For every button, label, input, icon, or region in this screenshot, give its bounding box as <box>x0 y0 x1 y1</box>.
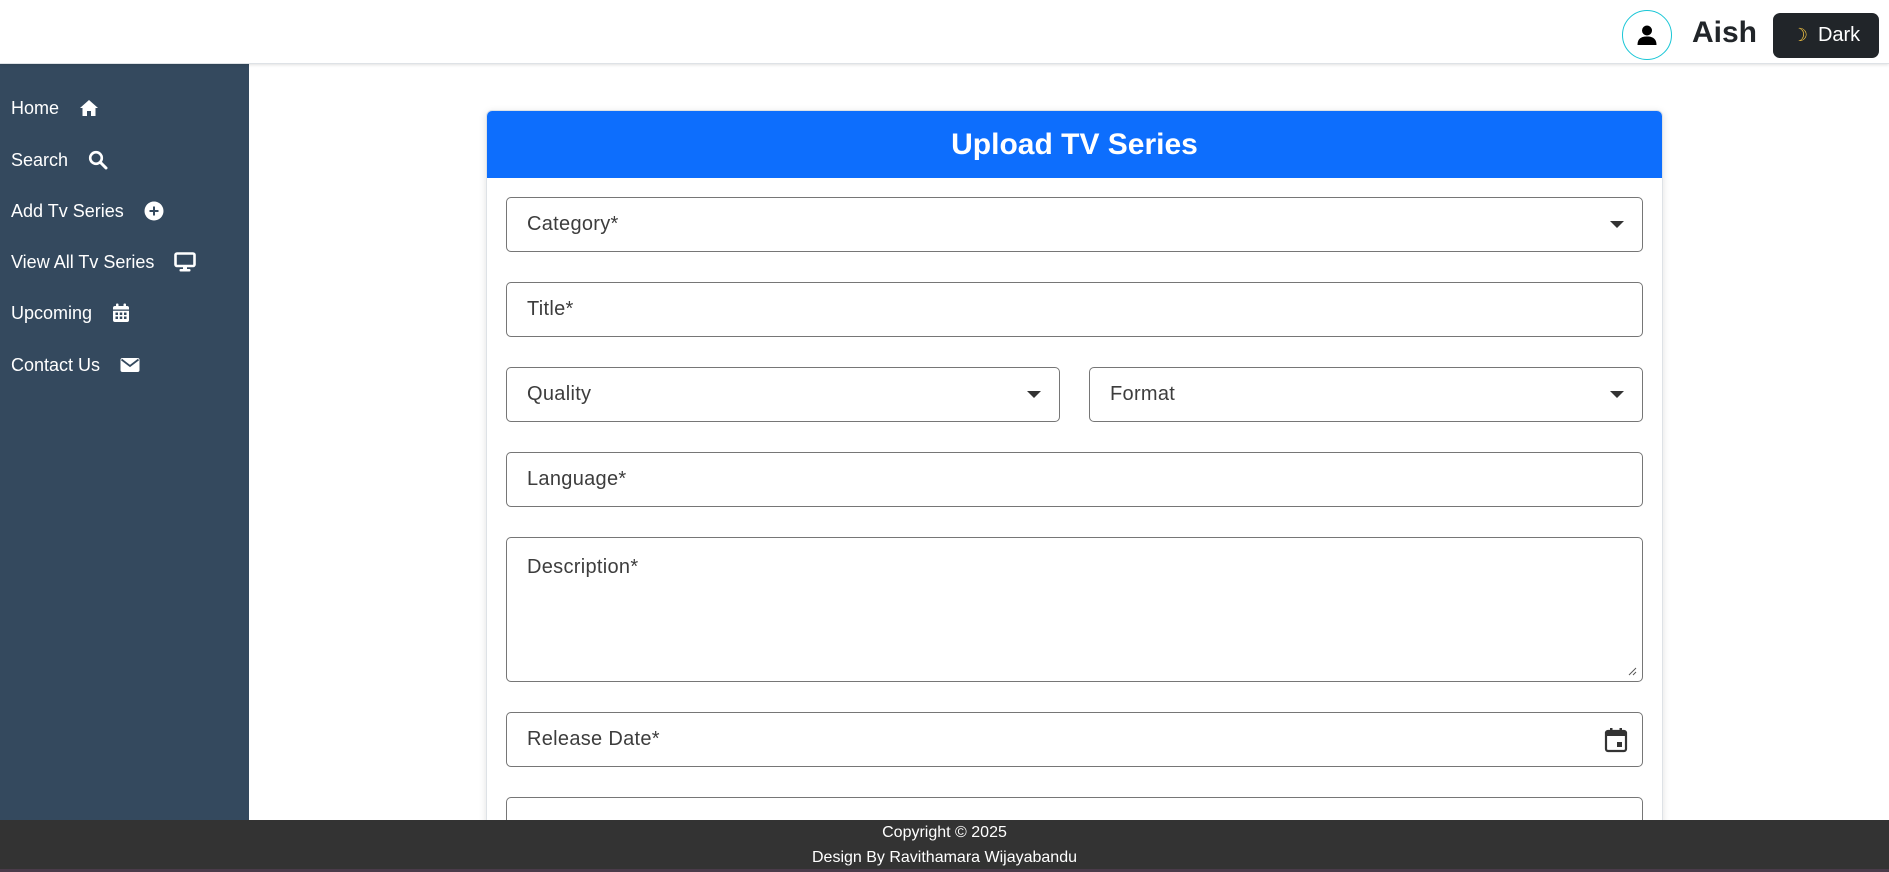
user-icon <box>1637 25 1657 45</box>
title-placeholder: Title* <box>527 298 574 320</box>
upload-form-card: Upload TV Series Category* Title* Qualit… <box>486 110 1663 870</box>
category-select[interactable]: Category* <box>506 197 1643 252</box>
description-placeholder: Description* <box>527 556 639 578</box>
theme-toggle-button[interactable]: ☽ Dark <box>1773 13 1879 58</box>
language-placeholder: Language* <box>527 468 627 490</box>
sidebar-item-search[interactable]: Search <box>11 143 108 177</box>
sidebar-item-label: Upcoming <box>11 302 93 323</box>
resize-grip-icon[interactable] <box>1627 666 1637 676</box>
user-avatar[interactable] <box>1622 10 1672 60</box>
sidebar-item-label: Search <box>11 149 69 170</box>
calendar-icon[interactable] <box>1604 727 1628 753</box>
sidebar-item-label: Add Tv Series <box>11 200 124 221</box>
designer-credit: Design By Ravithamara Wijayabandu <box>811 849 1077 866</box>
chevron-down-icon <box>1610 390 1624 398</box>
search-icon <box>88 150 108 170</box>
theme-toggle-label: Dark <box>1817 24 1861 46</box>
sidebar-item-contact-us[interactable]: Contact Us <box>11 348 140 382</box>
quality-select[interactable]: Quality <box>506 367 1060 422</box>
calendar-icon <box>113 303 130 322</box>
chevron-down-icon <box>1610 220 1624 228</box>
format-select[interactable]: Format <box>1089 367 1643 422</box>
category-placeholder: Category* <box>527 213 619 235</box>
sidebar-item-label: Contact Us <box>11 354 101 375</box>
plus-circle-icon <box>144 201 164 221</box>
form-title: Upload TV Series <box>487 111 1662 178</box>
release-date-placeholder: Release Date* <box>527 728 660 750</box>
quality-placeholder: Quality <box>527 383 592 405</box>
copyright-text: Copyright © 2025 <box>882 824 1007 841</box>
sidebar-item-label: Home <box>11 97 60 118</box>
moon-icon: ☽ <box>1791 25 1808 45</box>
sidebar-item-label: View All Tv Series <box>11 251 155 272</box>
sidebar-item-add-tv-series[interactable]: Add Tv Series <box>11 194 164 228</box>
top-navbar: Aish ☽ Dark <box>0 0 1889 64</box>
format-placeholder: Format <box>1110 383 1176 405</box>
sidebar-item-upcoming[interactable]: Upcoming <box>11 296 130 330</box>
sidebar-item-view-all-tv-series[interactable]: View All Tv Series <box>11 245 197 279</box>
chevron-down-icon <box>1027 390 1041 398</box>
sidebar: Home Search Add Tv Series View All Tv Se… <box>0 64 249 820</box>
monitor-icon <box>174 252 197 272</box>
title-input[interactable]: Title* <box>506 282 1643 337</box>
home-icon <box>80 100 99 116</box>
language-input[interactable]: Language* <box>506 452 1643 507</box>
description-textarea[interactable]: Description* <box>506 537 1643 682</box>
envelope-icon <box>120 358 140 372</box>
username: Aish <box>1692 16 1758 49</box>
sidebar-item-home[interactable]: Home <box>11 91 99 125</box>
footer: Copyright © 2025 Design By Ravithamara W… <box>0 820 1889 872</box>
release-date-input[interactable]: Release Date* <box>506 712 1643 767</box>
